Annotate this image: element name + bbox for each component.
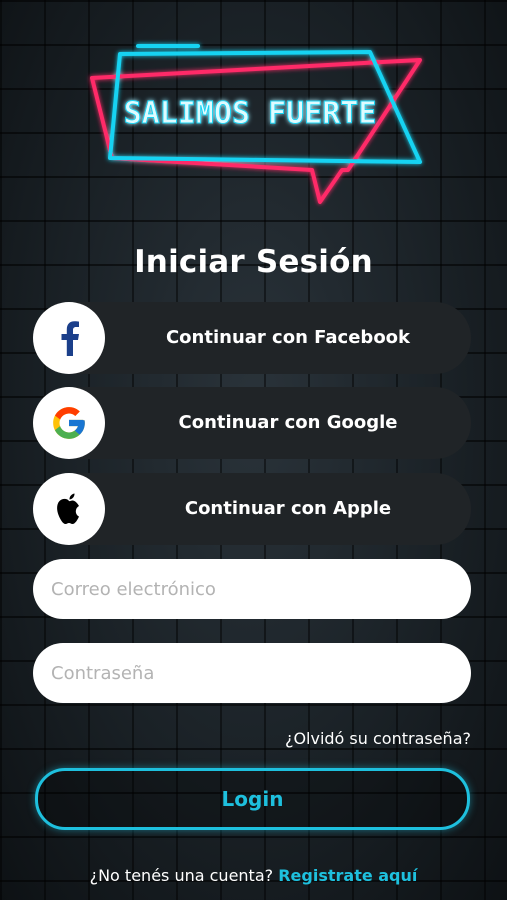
facebook-icon	[33, 302, 105, 374]
signup-link[interactable]: Registrate aquí	[278, 866, 417, 885]
logo-text: SALIMOS FUERTE	[124, 96, 377, 131]
brand-logo: SALIMOS FUERTE	[80, 30, 430, 210]
facebook-login-button[interactable]: Continuar con Facebook	[33, 302, 471, 374]
facebook-login-label: Continuar con Facebook	[165, 327, 411, 348]
signup-footer: ¿No tenés una cuenta? Registrate aquí	[0, 866, 507, 885]
google-login-button[interactable]: Continuar con Google	[33, 387, 471, 459]
login-button[interactable]: Login	[35, 768, 470, 830]
signup-prompt: ¿No tenés una cuenta?	[89, 866, 274, 885]
neon-sign-graphic: SALIMOS FUERTE	[90, 44, 422, 204]
password-input[interactable]	[33, 643, 471, 703]
apple-icon	[33, 473, 105, 545]
email-input[interactable]	[33, 559, 471, 619]
apple-login-label: Continuar con Apple	[184, 498, 392, 519]
google-login-label: Continuar con Google	[178, 412, 398, 433]
apple-login-button[interactable]: Continuar con Apple	[33, 473, 471, 545]
forgot-password-link[interactable]: ¿Olvidó su contraseña?	[285, 729, 471, 748]
google-icon	[33, 387, 105, 459]
page-title: Iniciar Sesión	[134, 244, 373, 280]
